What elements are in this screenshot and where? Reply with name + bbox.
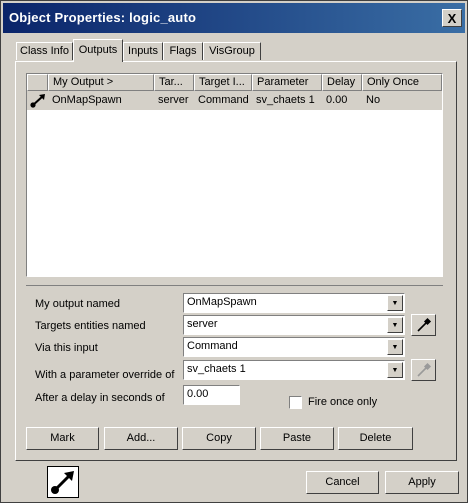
eyedropper-icon (416, 317, 431, 332)
header-delay[interactable]: Delay (322, 74, 362, 91)
header-target-input[interactable]: Target I... (194, 74, 252, 91)
parameter-select[interactable]: sv_chaets 1 ▼ (183, 360, 405, 380)
eyedropper-icon (416, 362, 431, 377)
cell-target: server (158, 94, 189, 106)
cell-my-output: OnMapSpawn (52, 94, 122, 106)
cell-delay: 0.00 (326, 94, 348, 106)
table-row[interactable]: OnMapSpawn server Command sv_chaets 1 0.… (27, 91, 442, 110)
cell-only-once: No (366, 94, 381, 106)
tab-flags[interactable]: Flags (163, 42, 203, 60)
parameter-label: With a parameter override of (35, 369, 175, 381)
fire-once-label: Fire once only (308, 396, 378, 408)
delay-value: 0.00 (187, 388, 209, 400)
close-button[interactable]: X (442, 9, 462, 27)
apply-button[interactable]: Apply (385, 471, 459, 494)
chevron-down-icon[interactable]: ▼ (387, 317, 403, 333)
tab-outputs[interactable]: Outputs (73, 39, 123, 62)
title-bar[interactable]: Object Properties: logic_auto X (3, 3, 465, 33)
divider (26, 285, 443, 286)
delete-button[interactable]: Delete (338, 427, 413, 450)
object-properties-window: Object Properties: logic_auto X Class In… (0, 0, 468, 503)
targets-value: server (187, 318, 218, 330)
parameter-value: sv_chaets 1 (187, 363, 246, 375)
output-connection-icon (47, 466, 79, 498)
via-input-value: Command (187, 340, 238, 352)
header-target[interactable]: Tar... (154, 74, 194, 91)
chevron-down-icon[interactable]: ▼ (387, 295, 403, 311)
header-my-output[interactable]: My Output > (48, 74, 154, 91)
tab-class-info[interactable]: Class Info (16, 42, 73, 60)
delay-input[interactable]: 0.00 (183, 385, 240, 405)
fire-once-checkbox[interactable] (289, 396, 302, 409)
output-named-select[interactable]: OnMapSpawn ▼ (183, 293, 405, 313)
tab-visgroup[interactable]: VisGroup (203, 42, 261, 60)
target-picker-button[interactable] (411, 314, 436, 336)
targets-select[interactable]: server ▼ (183, 315, 405, 335)
paste-button[interactable]: Paste (260, 427, 334, 450)
cell-target-input: Command (198, 94, 249, 106)
header-only-once[interactable]: Only Once (362, 74, 442, 91)
via-input-select[interactable]: Command ▼ (183, 337, 405, 357)
targets-label: Targets entities named (35, 320, 146, 332)
cancel-button[interactable]: Cancel (306, 471, 379, 494)
output-named-label: My output named (35, 298, 120, 310)
mark-button[interactable]: Mark (26, 427, 99, 450)
via-input-label: Via this input (35, 342, 98, 354)
header-icon-column[interactable] (27, 74, 48, 91)
output-connection-icon (29, 91, 47, 110)
delay-label: After a delay in seconds of (35, 392, 165, 404)
header-parameter[interactable]: Parameter (252, 74, 322, 91)
outputs-list[interactable]: My Output > Tar... Target I... Parameter… (26, 73, 443, 277)
output-named-value: OnMapSpawn (187, 296, 257, 308)
window-title: Object Properties: logic_auto (9, 10, 197, 25)
tab-inputs[interactable]: Inputs (123, 42, 163, 60)
chevron-down-icon[interactable]: ▼ (387, 362, 403, 378)
chevron-down-icon[interactable]: ▼ (387, 339, 403, 355)
add-button[interactable]: Add... (104, 427, 178, 450)
close-icon: X (447, 10, 457, 26)
cell-parameter: sv_chaets 1 (256, 94, 315, 106)
copy-button[interactable]: Copy (182, 427, 256, 450)
parameter-picker-button[interactable] (411, 359, 436, 381)
